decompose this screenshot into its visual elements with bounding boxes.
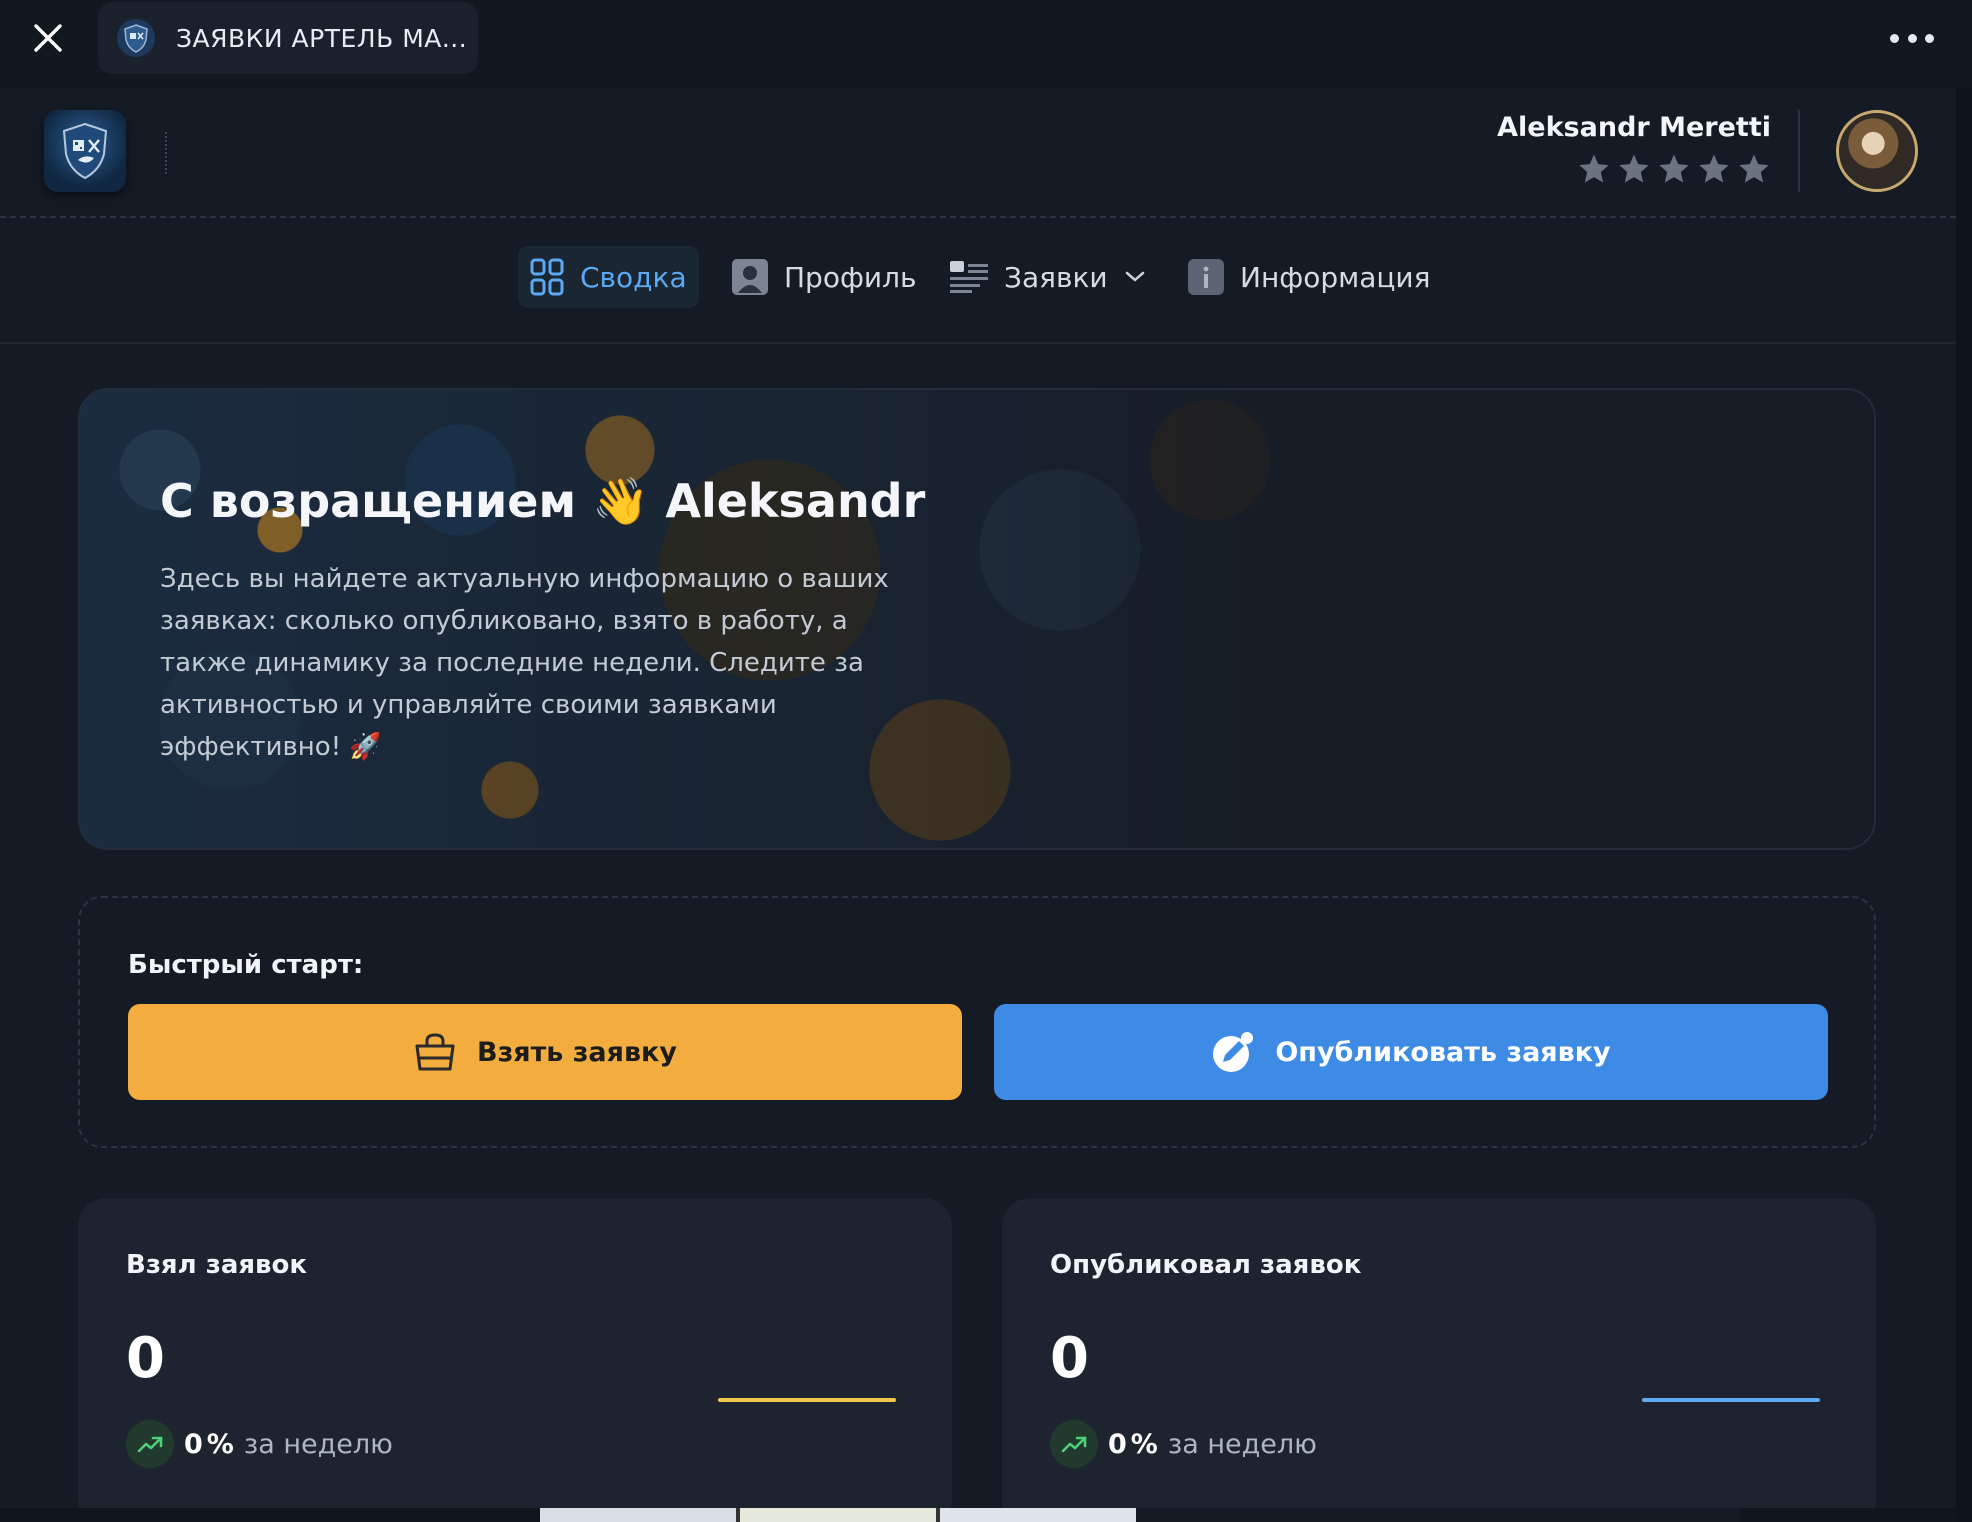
tab-profile-label: Профиль	[784, 260, 917, 294]
window-top-bar: ЗАЯВКИ АРТЕЛЬ МА...	[0, 0, 1972, 88]
tab-title: ЗАЯВКИ АРТЕЛЬ МА...	[176, 23, 468, 53]
welcome-name: Aleksandr	[665, 474, 926, 528]
app-viewport: Aleksandr Meretti Сводка Профиль Заявки …	[0, 88, 1956, 1508]
stat-card-taken: Взял заявок 0 0 % за неделю	[78, 1198, 952, 1508]
chevron-down-icon	[1125, 271, 1144, 282]
sparkline	[1642, 1398, 1820, 1402]
take-request-label: Взять заявку	[477, 1036, 677, 1068]
tab-info-label: Информация	[1240, 260, 1431, 294]
star-icon	[1699, 154, 1729, 183]
trending-up-icon	[126, 1420, 174, 1468]
close-icon[interactable]	[30, 20, 66, 56]
welcome-text: С возращением	[160, 474, 577, 528]
stat-trend: 0 % за неделю	[1050, 1420, 1317, 1468]
trend-unit: %	[206, 1428, 234, 1460]
star-icon	[1579, 154, 1609, 183]
quick-start-title: Быстрый старт:	[128, 950, 364, 980]
publish-request-label: Опубликовать заявку	[1275, 1036, 1611, 1068]
star-icon	[1739, 154, 1769, 183]
edit-pencil-icon	[1213, 1032, 1254, 1072]
take-request-button[interactable]: Взять заявку	[128, 1004, 962, 1100]
header-divider	[165, 132, 167, 174]
wave-icon: 👋	[592, 474, 650, 528]
main-nav: Сводка Профиль Заявки Информация	[0, 220, 1956, 344]
stat-value: 0	[1050, 1326, 1089, 1391]
avatar[interactable]	[1836, 110, 1918, 192]
trend-unit: %	[1130, 1428, 1158, 1460]
list-icon	[950, 261, 988, 293]
shield-logo-icon	[117, 19, 155, 57]
app-header: Aleksandr Meretti	[0, 88, 1956, 218]
trend-text: за неделю	[1167, 1428, 1317, 1460]
shopping-bag-icon	[415, 1033, 455, 1071]
stat-title: Взял заявок	[126, 1250, 308, 1280]
trending-up-icon	[1050, 1420, 1098, 1468]
star-icon	[1619, 154, 1649, 183]
shield-emblem-icon	[62, 122, 108, 180]
more-options-icon[interactable]	[1890, 26, 1934, 50]
stat-title: Опубликовал заявок	[1050, 1250, 1362, 1280]
background-window-strip	[540, 1508, 1740, 1522]
window-edge	[1956, 88, 1972, 1522]
trend-text: за неделю	[243, 1428, 393, 1460]
user-icon	[732, 259, 768, 295]
trend-value: 0	[1108, 1428, 1127, 1460]
tab-summary[interactable]: Сводка	[518, 246, 699, 308]
stat-trend: 0 % за неделю	[126, 1420, 393, 1468]
tab-summary-label: Сводка	[580, 260, 687, 294]
welcome-description: Здесь вы найдете актуальную информацию о…	[160, 564, 889, 762]
sparkline	[718, 1398, 896, 1402]
header-divider	[1798, 110, 1800, 192]
quick-start-panel: Быстрый старт: Взять заявку Опубликовать…	[78, 896, 1876, 1148]
grid-icon	[530, 258, 564, 296]
trend-value: 0	[184, 1428, 203, 1460]
welcome-banner: С возращением 👋 Aleksandr Здесь вы найде…	[78, 388, 1876, 850]
user-name[interactable]: Aleksandr Meretti	[1497, 112, 1771, 143]
tab-profile[interactable]: Профиль	[732, 246, 917, 308]
stat-value: 0	[126, 1326, 165, 1391]
tab-requests[interactable]: Заявки	[950, 246, 1146, 308]
rating-stars	[1577, 152, 1771, 186]
stat-card-published: Опубликовал заявок 0 0 % за неделю	[1002, 1198, 1876, 1508]
tab-requests-label: Заявки	[1004, 260, 1108, 294]
app-logo[interactable]	[44, 110, 126, 192]
welcome-title: С возращением 👋 Aleksandr	[160, 474, 925, 529]
publish-request-button[interactable]: Опубликовать заявку	[994, 1004, 1828, 1100]
tab-info[interactable]: Информация	[1188, 246, 1430, 308]
info-icon	[1188, 259, 1224, 295]
star-icon	[1659, 154, 1689, 183]
browser-tab[interactable]: ЗАЯВКИ АРТЕЛЬ МА...	[98, 2, 478, 74]
